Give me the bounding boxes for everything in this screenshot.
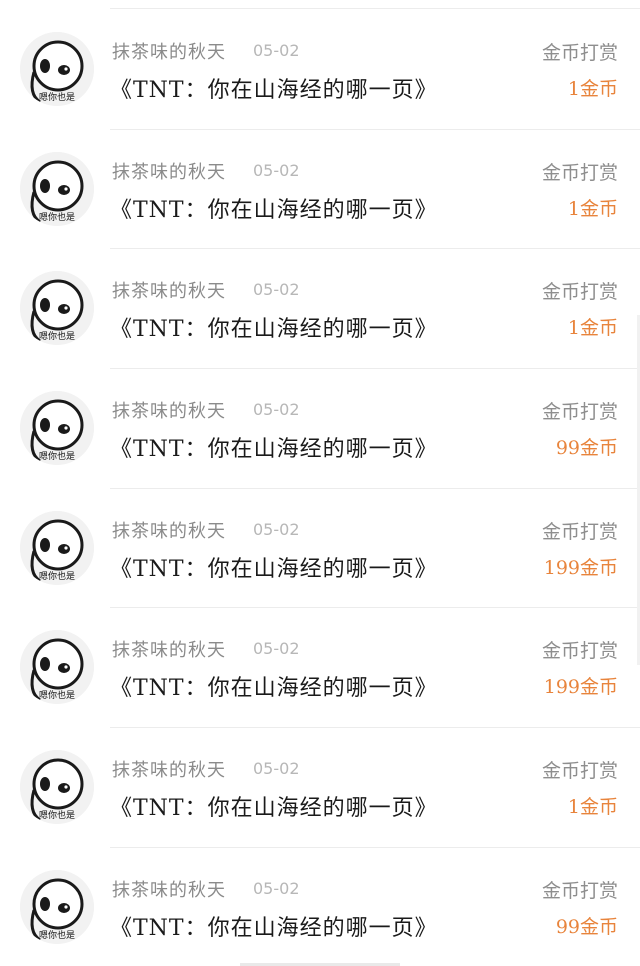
username[interactable]: 抹茶味的秋天 xyxy=(112,38,226,64)
coin-amount: 1金币 xyxy=(567,796,618,819)
meme-face-icon: 嗯你也是 xyxy=(20,151,94,226)
book-title[interactable]: 《TNT：你在山海经的哪一页》 xyxy=(110,311,438,343)
book-title[interactable]: 《TNT：你在山海经的哪一页》 xyxy=(110,72,438,104)
date: 05-02 xyxy=(253,280,300,300)
avatar[interactable]: 嗯你也是 xyxy=(20,869,94,944)
date: 05-02 xyxy=(253,759,300,779)
avatar-caption: 嗯你也是 xyxy=(39,211,75,223)
coin-amount: 1金币 xyxy=(567,78,618,100)
meme-face-icon: 嗯你也是 xyxy=(20,271,94,346)
date: 05-02 xyxy=(253,41,300,60)
meme-face-icon: 嗯你也是 xyxy=(20,869,94,944)
reward-label: 金币打赏 xyxy=(541,401,618,424)
avatar-caption: 嗯你也是 xyxy=(39,450,75,462)
avatar[interactable]: 嗯你也是 xyxy=(20,151,94,226)
reward-label: 金币打赏 xyxy=(541,879,618,902)
avatar-caption: 嗯你也是 xyxy=(39,570,75,582)
list-item[interactable]: 嗯你也是 抹茶味的秋天 05-02 《TNT：你在山海经的哪一页》 金币打赏 9… xyxy=(0,369,640,489)
username[interactable]: 抹茶味的秋天 xyxy=(112,876,226,902)
list-item[interactable]: 嗯你也是 抹茶味的秋天 05-02 《TNT：你在山海经的哪一页》 金币打赏 1… xyxy=(0,10,640,130)
username[interactable]: 抹茶味的秋天 xyxy=(112,397,226,423)
list-item[interactable]: 嗯你也是 抹茶味的秋天 05-02 《TNT：你在山海经的哪一页》 金币打赏 1… xyxy=(0,249,640,369)
meme-face-icon: 嗯你也是 xyxy=(20,510,94,585)
list-item[interactable]: 嗯你也是 抹茶味的秋天 05-02 《TNT：你在山海经的哪一页》 金币打赏 1… xyxy=(0,489,640,609)
reward-label: 金币打赏 xyxy=(541,760,618,783)
date: 05-02 xyxy=(253,160,300,180)
date: 05-02 xyxy=(253,878,300,898)
avatar[interactable]: 嗯你也是 xyxy=(20,271,94,346)
avatar[interactable]: 嗯你也是 xyxy=(20,750,94,825)
username[interactable]: 抹茶味的秋天 xyxy=(112,636,226,662)
avatar[interactable]: 嗯你也是 xyxy=(20,510,94,585)
book-title[interactable]: 《TNT：你在山海经的哪一页》 xyxy=(110,910,438,942)
coin-amount: 1金币 xyxy=(567,197,618,220)
avatar[interactable]: 嗯你也是 xyxy=(20,32,94,106)
list-item[interactable]: 嗯你也是 抹茶味的秋天 05-02 《TNT：你在山海经的哪一页》 金币打赏 9… xyxy=(0,848,640,966)
avatar-caption: 嗯你也是 xyxy=(39,689,75,701)
list-item[interactable]: 嗯你也是 抹茶味的秋天 05-02 《TNT：你在山海经的哪一页》 金币打赏 1… xyxy=(0,130,640,250)
book-title[interactable]: 《TNT：你在山海经的哪一页》 xyxy=(110,431,438,463)
list-item[interactable]: 嗯你也是 抹茶味的秋天 05-02 《TNT：你在山海经的哪一页》 金币打赏 1… xyxy=(0,608,640,728)
date: 05-02 xyxy=(253,519,300,539)
coin-amount: 99金币 xyxy=(555,437,618,460)
avatar-caption: 嗯你也是 xyxy=(39,809,75,821)
top-divider xyxy=(110,8,640,9)
avatar-caption: 嗯你也是 xyxy=(39,330,75,342)
avatar[interactable]: 嗯你也是 xyxy=(20,630,94,705)
meme-face-icon: 嗯你也是 xyxy=(20,32,94,106)
avatar-caption: 嗯你也是 xyxy=(39,91,75,103)
book-title[interactable]: 《TNT：你在山海经的哪一页》 xyxy=(110,790,438,822)
username[interactable]: 抹茶味的秋天 xyxy=(112,517,226,543)
list-item[interactable]: 嗯你也是 抹茶味的秋天 05-02 《TNT：你在山海经的哪一页》 金币打赏 1… xyxy=(0,728,640,848)
reward-label: 金币打赏 xyxy=(541,281,618,304)
reward-label: 金币打赏 xyxy=(541,520,618,543)
date: 05-02 xyxy=(253,400,300,420)
meme-face-icon: 嗯你也是 xyxy=(20,630,94,705)
reward-label: 金币打赏 xyxy=(541,640,618,663)
username[interactable]: 抹茶味的秋天 xyxy=(112,756,226,782)
reward-label: 金币打赏 xyxy=(541,161,618,184)
reward-list: 嗯你也是 抹茶味的秋天 05-02 《TNT：你在山海经的哪一页》 金币打赏 1… xyxy=(0,10,640,966)
avatar-caption: 嗯你也是 xyxy=(39,929,75,941)
coin-amount: 99金币 xyxy=(555,915,618,938)
book-title[interactable]: 《TNT：你在山海经的哪一页》 xyxy=(110,551,438,583)
coin-amount: 199金币 xyxy=(543,676,618,699)
reward-label: 金币打赏 xyxy=(541,42,618,64)
coin-amount: 1金币 xyxy=(567,317,618,340)
meme-face-icon: 嗯你也是 xyxy=(20,391,94,466)
meme-face-icon: 嗯你也是 xyxy=(20,750,94,825)
book-title[interactable]: 《TNT：你在山海经的哪一页》 xyxy=(110,670,438,702)
username[interactable]: 抹茶味的秋天 xyxy=(112,277,226,303)
reward-record-page: 嗯你也是 抹茶味的秋天 05-02 《TNT：你在山海经的哪一页》 金币打赏 1… xyxy=(0,0,640,966)
username[interactable]: 抹茶味的秋天 xyxy=(112,158,226,184)
book-title[interactable]: 《TNT：你在山海经的哪一页》 xyxy=(110,192,438,224)
coin-amount: 199金币 xyxy=(543,556,618,579)
date: 05-02 xyxy=(253,639,300,659)
avatar[interactable]: 嗯你也是 xyxy=(20,391,94,466)
